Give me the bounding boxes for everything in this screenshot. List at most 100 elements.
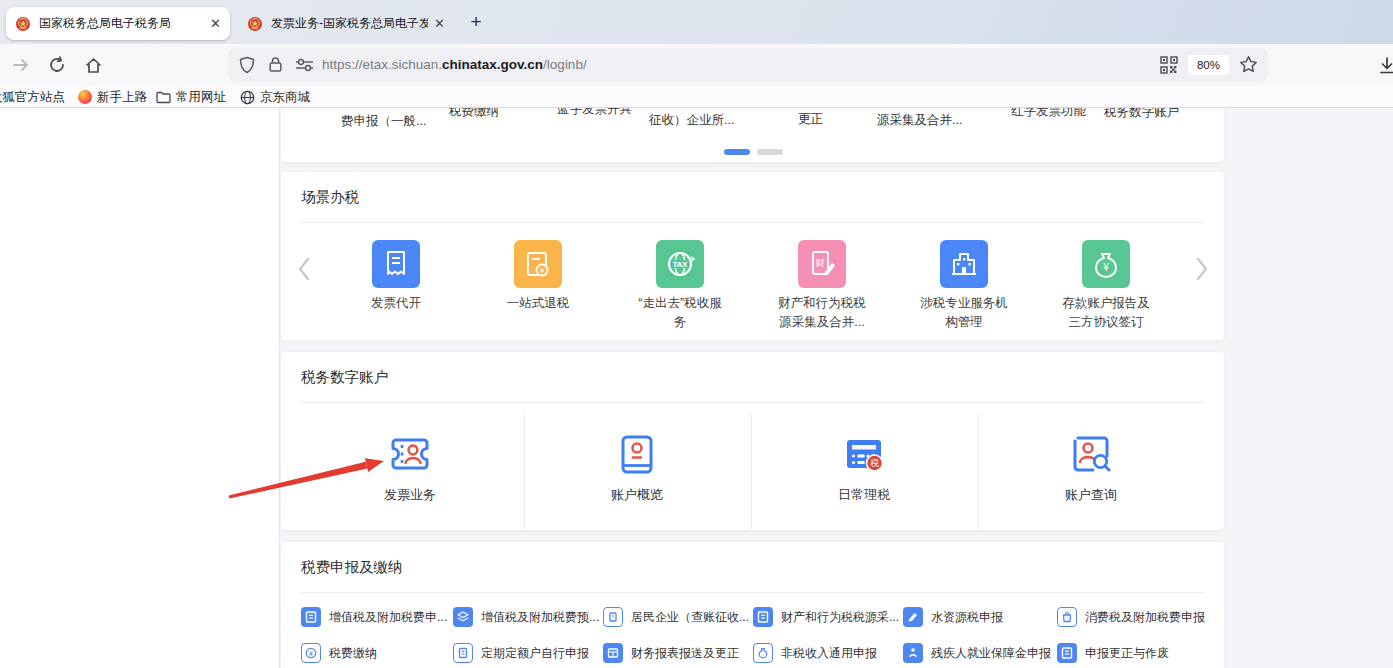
tax-payment-icon: ¥ (301, 643, 321, 663)
tax-service-agency-icon[interactable] (940, 240, 988, 288)
fixed-quota-icon (453, 643, 473, 663)
tab1-close-icon[interactable]: ✕ (210, 17, 221, 30)
home-icon[interactable] (80, 52, 106, 78)
scene-item-label[interactable]: “走出去”税收服务 (637, 294, 723, 332)
bookmark-star-icon[interactable] (1239, 55, 1258, 74)
declare-correction-icon (1057, 643, 1077, 663)
shield-icon[interactable] (238, 56, 256, 74)
reload-icon[interactable] (44, 52, 70, 78)
digital-item-label[interactable]: 账户概览 (567, 486, 707, 504)
svg-text:¥: ¥ (539, 266, 545, 275)
tab2-title: 发票业务-国家税务总局电子发 (271, 15, 428, 32)
address-bar[interactable]: https://etax.sichuan.chinatax.gov.cn/log… (228, 48, 1268, 81)
bookmark-item[interactable]: 火狐官方站点 (0, 88, 65, 106)
section-title: 税务数字账户 (301, 368, 388, 387)
scene-item-label[interactable]: 存款账户报告及三方协议签订 (1060, 294, 1152, 332)
digital-section-card: 税务数字账户 发票业务 (281, 352, 1224, 530)
firefox-sphere-icon (78, 90, 92, 104)
resident-enterprise-icon (603, 607, 623, 627)
globe-icon (240, 90, 255, 105)
menu-item[interactable]: 税费缴纳 (449, 108, 499, 120)
non-tax-income-icon (753, 643, 773, 663)
digital-item-label[interactable]: 日常理税 (794, 486, 934, 504)
tax-menu-item[interactable]: 增值税及附加税费预... (453, 606, 599, 628)
svg-text:财: 财 (816, 258, 825, 268)
bookmark-item[interactable]: 新手上路 (78, 88, 147, 106)
tax-menu-item[interactable]: 残疾人就业保障金申报 (903, 642, 1051, 664)
tab1-title: 国家税务总局电子税务局 (39, 15, 204, 32)
account-overview-icon[interactable] (613, 430, 661, 478)
menu-item[interactable]: 蓝字发票开具 (557, 108, 632, 118)
section-title: 场景办税 (301, 188, 359, 207)
download-icon[interactable] (1374, 53, 1393, 79)
tax-menu-item[interactable]: 财务报表报送及更正 (603, 642, 739, 664)
annotation-arrow (224, 453, 394, 505)
tax-menu-item[interactable]: 增值税及附加税费申... (301, 606, 447, 628)
divider (301, 222, 1204, 223)
tax-menu-item[interactable]: 水资源税申报 (903, 606, 1003, 628)
tax-menu-item[interactable]: 财产和行为税税源采... (753, 606, 899, 628)
lock-icon[interactable] (268, 56, 283, 73)
tab-bar: 国家税务总局电子税务局 ✕ 发票业务-国家税务总局电子发 ✕ + (0, 0, 1393, 44)
vat-declare-icon (301, 607, 321, 627)
scene-item-label[interactable]: 发票代开 (350, 294, 442, 313)
tab-inactive[interactable]: 发票业务-国家税务总局电子发 ✕ (238, 7, 454, 40)
divider (301, 402, 1204, 403)
carousel-right-icon[interactable] (1193, 256, 1211, 286)
menu-item[interactable]: 红字发票功能 (1011, 108, 1086, 120)
new-tab-button[interactable]: + (464, 10, 488, 34)
scene-item-label[interactable]: 一站式退税 (492, 294, 584, 313)
qr-code-icon[interactable] (1160, 56, 1178, 74)
digital-item-label[interactable]: 账户查询 (1021, 486, 1161, 504)
tax-menu-item[interactable]: 定期定额户自行申报 (453, 642, 589, 664)
tab2-close-icon[interactable]: ✕ (434, 17, 445, 30)
tax-menu-item[interactable]: 非税收入通用申报 (753, 642, 877, 664)
divider (524, 414, 525, 530)
invoice-agency-icon[interactable] (372, 240, 420, 288)
menu-item[interactable]: 税务数字账户 (1104, 108, 1179, 121)
tax-menu-item[interactable]: 申报更正与作废 (1057, 642, 1169, 664)
menu-item[interactable]: 更正 (798, 111, 823, 128)
tab-active[interactable]: 国家税务总局电子税务局 ✕ (6, 7, 230, 40)
svg-text:¥: ¥ (1102, 262, 1109, 273)
account-query-icon[interactable] (1067, 430, 1115, 478)
scene-section-card: 场景办税 发票代开 ¥ 一站式退税 TAX “走出去”税收服务 (281, 172, 1224, 340)
menu-item[interactable]: 征收）企业所... (649, 112, 734, 129)
scene-item-label[interactable]: 财产和行为税税源采集及合并... (776, 294, 868, 332)
tab2-favicon (247, 16, 263, 32)
scene-item-label[interactable]: 涉税专业服务机构管理 (918, 294, 1010, 332)
bookmark-item[interactable]: 常用网址 (156, 88, 226, 106)
divider (751, 414, 752, 530)
property-tax-source-icon (753, 607, 773, 627)
water-tax-icon (903, 607, 923, 627)
tax-menu-item[interactable]: ¥ 税费缴纳 (301, 642, 377, 664)
svg-text:税: 税 (870, 458, 879, 468)
zoom-level-badge[interactable]: 80% (1188, 55, 1229, 75)
tax-menu-item[interactable]: 消费税及附加税费申报 (1057, 606, 1205, 628)
deposit-account-icon[interactable]: ¥ (1082, 240, 1130, 288)
carousel-left-icon[interactable] (295, 256, 313, 286)
section-title: 税费申报及缴纳 (301, 558, 403, 577)
property-behavior-tax-icon[interactable]: 财 (798, 240, 846, 288)
menu-item[interactable]: 源采集及合并... (877, 112, 962, 129)
daily-tax-icon[interactable]: 税 (840, 430, 888, 478)
permissions-icon[interactable] (295, 57, 314, 72)
browser-window: 国家税务总局电子税务局 ✕ 发票业务-国家税务总局电子发 ✕ + (0, 0, 1393, 668)
svg-text:TAX: TAX (673, 260, 687, 269)
forward-icon[interactable] (8, 52, 34, 78)
tab1-favicon (15, 16, 31, 32)
carousel-dot[interactable] (757, 149, 783, 155)
going-global-tax-icon[interactable]: TAX (656, 240, 704, 288)
menu-item[interactable]: 费申报（一般... (341, 113, 426, 130)
divider (978, 414, 979, 530)
navigation-toolbar: https://etax.sichuan.chinatax.gov.cn/log… (0, 44, 1393, 86)
carousel-dot-active[interactable] (724, 149, 750, 155)
folder-icon (156, 91, 171, 104)
menu-row-card: 费申报（一般... 税费缴纳 蓝字发票开具 征收）企业所... 更正 源采集及合… (281, 108, 1224, 162)
bookmark-item[interactable]: 京东商城 (240, 88, 310, 106)
url-text[interactable]: https://etax.sichuan.chinatax.gov.cn/log… (322, 57, 1160, 72)
tax-refund-icon[interactable]: ¥ (514, 240, 562, 288)
disability-fund-icon (903, 643, 923, 663)
svg-text:¥: ¥ (309, 650, 313, 657)
tax-menu-item[interactable]: 居民企业（查账征收... (603, 606, 749, 628)
